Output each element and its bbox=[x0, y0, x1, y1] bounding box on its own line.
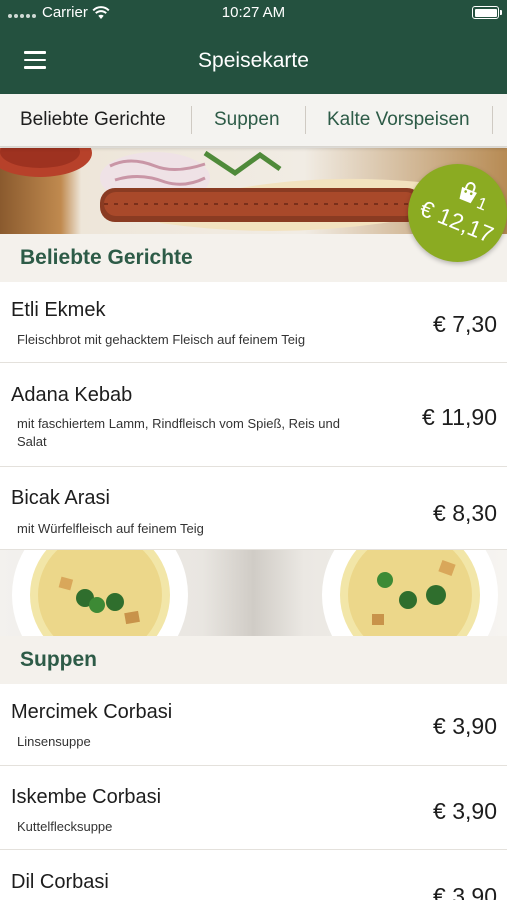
item-description: Fleischbrot mit gehacktem Fleisch auf fe… bbox=[17, 332, 306, 347]
tab-kalte-vorspeisen[interactable]: Kalte Vorspeisen bbox=[327, 109, 470, 131]
tab-divider bbox=[492, 106, 493, 134]
cart-total: € 12,17 bbox=[416, 194, 498, 248]
item-description: mit faschiertem Lamm, Rindfleisch vom Sp… bbox=[17, 416, 340, 449]
item-description: Kuttelflecksuppe bbox=[17, 819, 113, 834]
menu-item-bicak-arasi[interactable]: Bicak Arasi mit Würfelfleisch auf feinem… bbox=[0, 467, 507, 550]
menu-item-adana-kebab[interactable]: Adana Kebab mit faschiertem Lamm, Rindfl… bbox=[0, 363, 507, 467]
item-name: Mercimek Corbasi bbox=[11, 701, 173, 723]
page-title: Speisekarte bbox=[198, 49, 309, 72]
menu-item-dil-corbasi[interactable]: Dil Corbasi € 3,90 bbox=[0, 850, 507, 900]
item-price: € 8,30 bbox=[433, 500, 497, 526]
section-header-suppen: Suppen bbox=[0, 636, 507, 684]
section-title: Beliebte Gerichte bbox=[20, 246, 193, 269]
item-price: € 3,90 bbox=[433, 798, 497, 824]
item-name: Adana Kebab bbox=[11, 384, 133, 406]
item-description: Linsensuppe bbox=[17, 734, 91, 749]
status-time: 10:27 AM bbox=[221, 4, 286, 21]
item-price: € 11,90 bbox=[421, 404, 497, 430]
status-bar: Carrier 10:27 AM bbox=[0, 0, 507, 27]
tab-suppen[interactable]: Suppen bbox=[214, 109, 280, 131]
menu-item-etli-ekmek[interactable]: Etli Ekmek Fleischbrot mit gehacktem Fle… bbox=[0, 282, 507, 363]
item-price: € 3,90 bbox=[433, 883, 497, 900]
item-price: € 7,30 bbox=[433, 311, 497, 337]
item-price: € 3,90 bbox=[433, 713, 497, 739]
section-title: Suppen bbox=[20, 648, 97, 671]
item-name: Dil Corbasi bbox=[11, 871, 109, 893]
item-name: Iskembe Corbasi bbox=[11, 786, 162, 808]
category-tabs: Beliebte Gerichte Suppen Kalte Vorspeise… bbox=[0, 94, 507, 147]
battery-icon bbox=[472, 6, 502, 19]
navigation-bar: Speisekarte bbox=[0, 27, 507, 94]
soup-illustration bbox=[12, 550, 498, 636]
item-name: Bicak Arasi bbox=[11, 487, 110, 509]
soup-banner-image bbox=[0, 550, 507, 636]
menu-item-iskembe-corbasi[interactable]: Iskembe Corbasi Kuttelflecksuppe € 3,90 bbox=[0, 766, 507, 850]
tab-divider bbox=[191, 106, 192, 134]
cart-badge[interactable]: 1 € 12,17 bbox=[408, 164, 507, 262]
tab-beliebte-gerichte[interactable]: Beliebte Gerichte bbox=[20, 109, 166, 131]
tab-divider bbox=[305, 106, 306, 134]
item-name: Etli Ekmek bbox=[11, 299, 106, 321]
menu-item-mercimek-corbasi[interactable]: Mercimek Corbasi Linsensuppe € 3,90 bbox=[0, 684, 507, 766]
item-description: mit Würfelfleisch auf feinem Teig bbox=[17, 521, 204, 536]
